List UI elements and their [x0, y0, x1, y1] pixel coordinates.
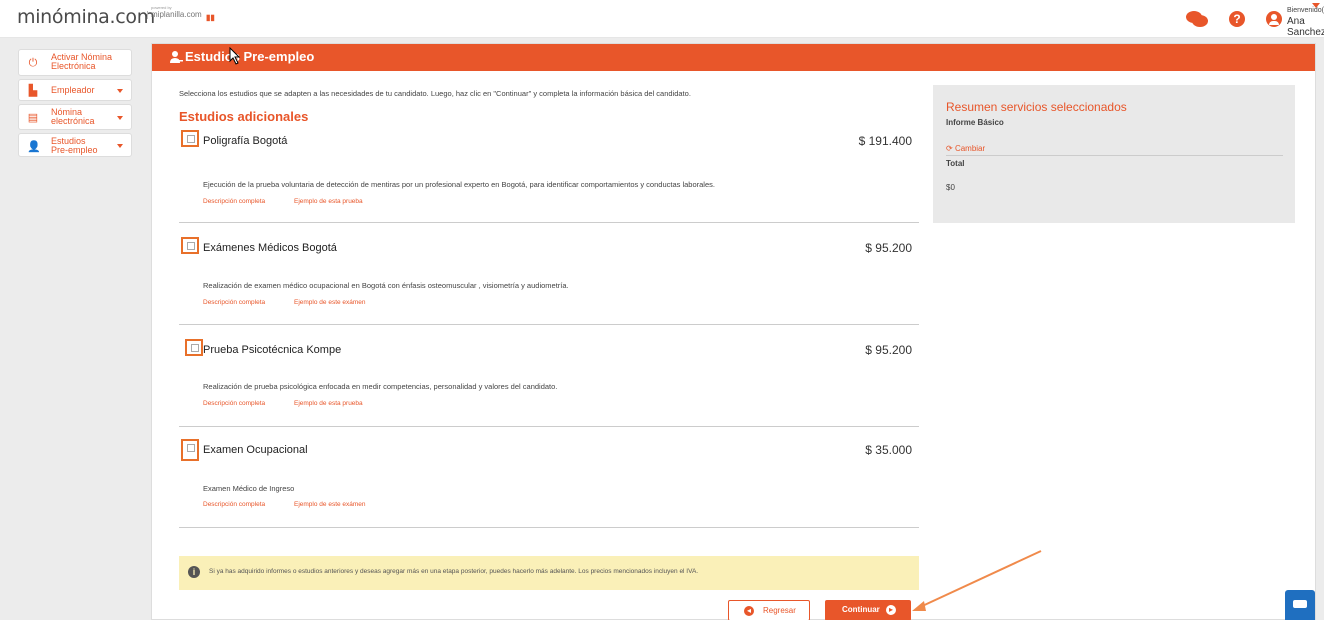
- total-label: Total: [946, 159, 965, 168]
- divider: [946, 155, 1283, 156]
- user-avatar-icon[interactable]: [1266, 11, 1282, 27]
- partner-logo-text: miplanilla.com: [151, 10, 202, 19]
- app-logo[interactable]: minómina.com: [17, 6, 155, 28]
- arrow-left-icon: ◂: [744, 606, 754, 616]
- sidebar-item-empleador[interactable]: ▙ Empleador: [18, 79, 132, 101]
- example-link[interactable]: Ejemplo de esta prueba: [294, 198, 363, 205]
- study-price: $ 191.400: [858, 134, 912, 148]
- page-title: Estudios Pre-empleo: [185, 49, 315, 64]
- study-name: Prueba Psicotécnica Kompe: [203, 344, 342, 356]
- full-description-link[interactable]: Descripción completa: [203, 198, 265, 205]
- sidebar-item-estudios-pre-empleo[interactable]: 👤 Estudios Pre-empleo: [18, 133, 132, 157]
- notice-text: Si ya has adquirido informes o estudios …: [209, 568, 699, 575]
- power-icon: ⏻: [28, 57, 38, 69]
- summary-subtitle: Informe Básico: [946, 118, 1004, 127]
- sidebar-item-label: Nómina electrónica: [51, 107, 95, 126]
- flag-icon: ▮▮: [206, 13, 215, 22]
- continue-button-label: Continuar: [842, 605, 880, 614]
- continue-button[interactable]: Continuar ▸: [825, 600, 911, 620]
- sidebar-item-label: Empleador: [51, 85, 95, 95]
- refresh-icon: ⟳: [946, 144, 955, 153]
- summary-panel: Resumen servicios seleccionados Informe …: [933, 85, 1295, 223]
- example-link[interactable]: Ejemplo de esta prueba: [294, 400, 363, 407]
- study-name: Examen Ocupacional: [203, 444, 308, 456]
- change-link[interactable]: ⟳ Cambiar: [946, 144, 985, 153]
- full-description-link[interactable]: Descripción completa: [203, 299, 265, 306]
- top-bar: minómina.com powered by miplanilla.com ▮…: [0, 0, 1324, 38]
- list-item: Exámenes Médicos Bogotá $ 95.200 Realiza…: [179, 237, 919, 325]
- study-price: $ 95.200: [865, 343, 912, 357]
- back-button-label: Regresar: [763, 606, 796, 615]
- sidebar-item-nomina-electronica[interactable]: ▤ Nómina electrónica: [18, 104, 132, 130]
- study-checkbox[interactable]: [185, 339, 203, 356]
- help-icon[interactable]: ?: [1229, 11, 1245, 27]
- back-button[interactable]: ◂ Regresar: [728, 600, 810, 620]
- full-description-link[interactable]: Descripción completa: [203, 400, 265, 407]
- chevron-down-icon: [117, 144, 123, 148]
- user-plus-icon: [170, 51, 183, 63]
- intro-text: Selecciona los estudios que se adapten a…: [179, 89, 691, 98]
- list-item: Examen Ocupacional $ 35.000 Examen Médic…: [179, 439, 919, 528]
- study-price: $ 95.200: [865, 241, 912, 255]
- study-price: $ 35.000: [865, 443, 912, 457]
- username[interactable]: Ana Sanchez: [1287, 16, 1324, 38]
- sidebar: ⏻ Activar Nómina Electrónica ▙ Empleador…: [18, 49, 132, 160]
- full-description-link[interactable]: Descripción completa: [203, 501, 265, 508]
- list-item: Poligrafía Bogotá $ 191.400 Ejecución de…: [179, 130, 919, 223]
- study-description: Realización de prueba psicológica enfoca…: [203, 382, 558, 391]
- study-description: Ejecución de la prueba voluntaria de det…: [203, 180, 715, 189]
- welcome-text: Bienvenido(A): [1287, 7, 1324, 14]
- info-icon: i: [188, 566, 200, 578]
- example-link[interactable]: Ejemplo de este exámen: [294, 501, 366, 508]
- sidebar-item-label: Activar Nómina Electrónica: [51, 52, 113, 71]
- mouse-cursor-icon: [229, 47, 241, 65]
- chevron-down-icon: [117, 89, 123, 93]
- study-checkbox[interactable]: [181, 439, 199, 461]
- example-link[interactable]: Ejemplo de este exámen: [294, 299, 366, 306]
- study-description: Realización de examen médico ocupacional…: [203, 281, 569, 290]
- arrow-right-icon: ▸: [886, 605, 896, 615]
- document-icon: ▤: [27, 112, 39, 124]
- study-name: Exámenes Médicos Bogotá: [203, 242, 337, 254]
- study-checkbox[interactable]: [181, 130, 199, 147]
- total-value: $0: [946, 183, 955, 192]
- list-item: Prueba Psicotécnica Kompe $ 95.200 Reali…: [179, 339, 919, 427]
- building-icon: ▙: [28, 85, 38, 97]
- partner-logo: powered by miplanilla.com: [147, 6, 202, 19]
- sidebar-item-label: Estudios Pre-empleo: [51, 136, 98, 155]
- sidebar-item-activar-nomina[interactable]: ⏻ Activar Nómina Electrónica: [18, 49, 132, 76]
- chevron-down-icon: [117, 116, 123, 120]
- study-checkbox[interactable]: [181, 237, 199, 254]
- info-notice: i Si ya has adquirido informes o estudio…: [179, 556, 919, 590]
- panel-header: Estudios Pre-empleo: [152, 44, 1315, 71]
- summary-title: Resumen servicios seleccionados: [946, 100, 1127, 114]
- study-description: Examen Médico de Ingreso: [203, 484, 295, 493]
- study-name: Poligrafía Bogotá: [203, 135, 288, 147]
- change-label: Cambiar: [954, 144, 986, 153]
- section-title: Estudios adicionales: [179, 109, 309, 124]
- user-plus-icon: 👤: [27, 141, 41, 153]
- chat-widget-button[interactable]: [1285, 590, 1315, 620]
- chevron-down-icon[interactable]: [1312, 3, 1320, 8]
- main-panel: Estudios Pre-empleo Selecciona los estud…: [151, 43, 1316, 620]
- chat-icon[interactable]: [1186, 10, 1208, 28]
